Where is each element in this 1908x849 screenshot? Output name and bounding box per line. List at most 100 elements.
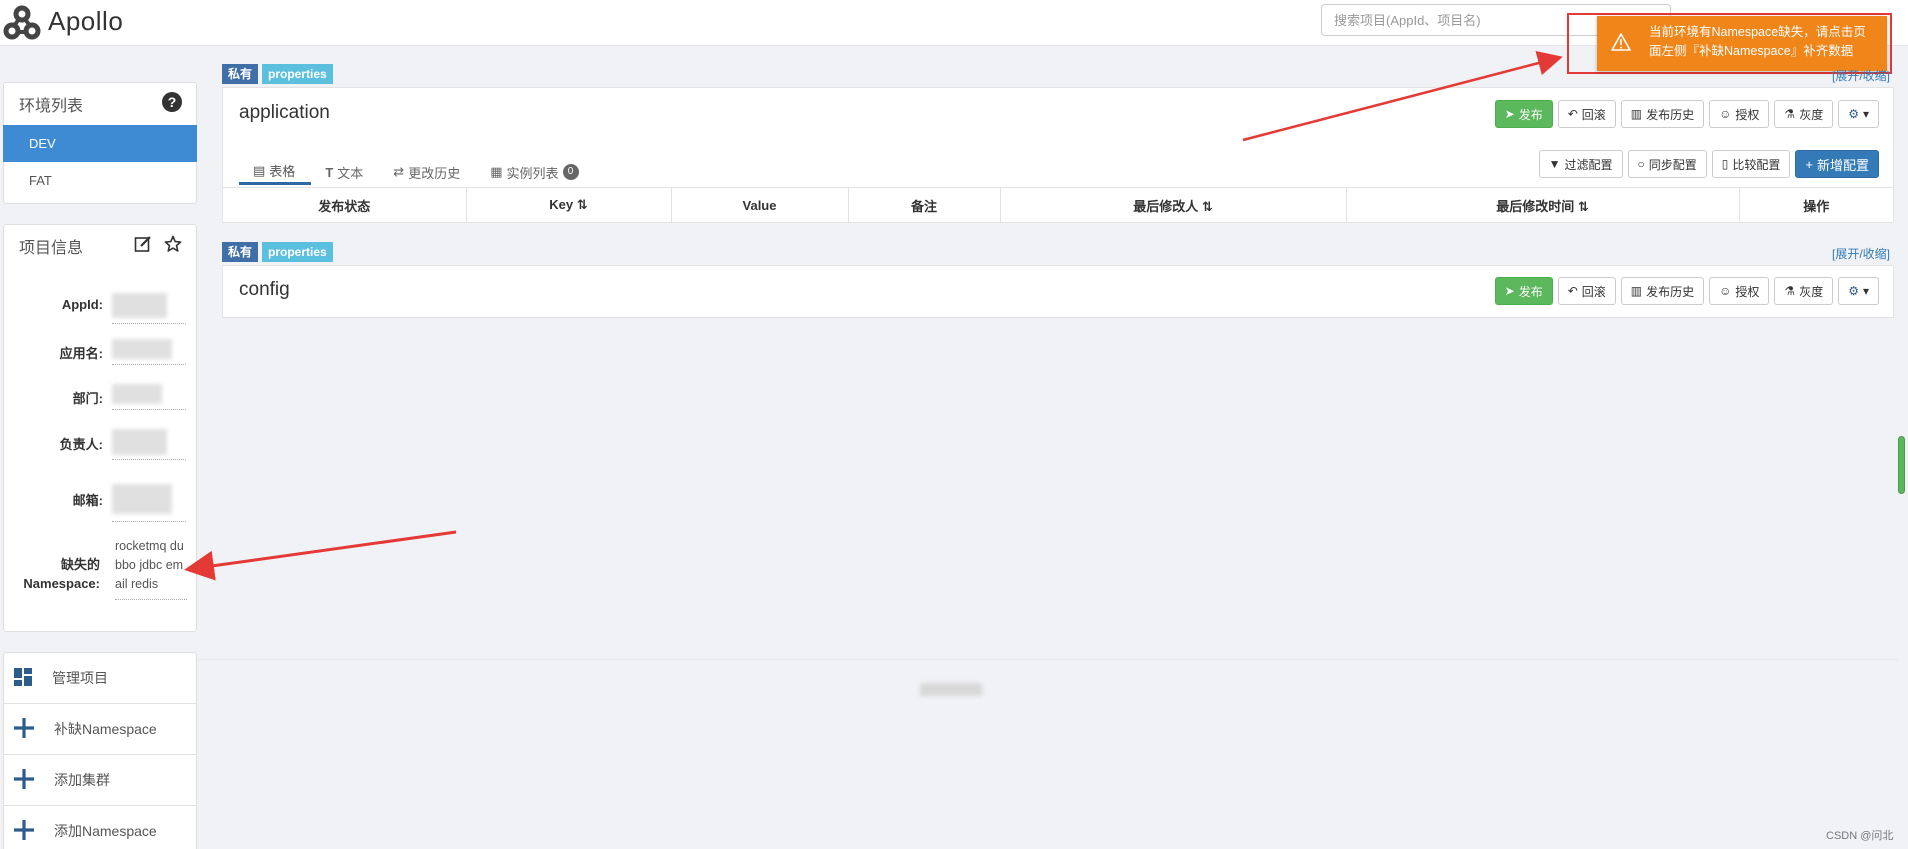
field-label-appid: AppId: (61, 297, 103, 312)
fill-missing-namespace-button[interactable]: 补缺Namespace (4, 704, 196, 755)
action-label: 添加Namespace (54, 823, 157, 839)
col-header-modified-time[interactable]: 最后修改时间 ⇅ (1345, 187, 1739, 223)
tab-change-history[interactable]: ⇄ 更改历史 (379, 163, 476, 185)
expand-collapse-link[interactable]: [展开/收缩] (1832, 67, 1890, 84)
missing-namespace-label: 缺失的Namespace: (23, 557, 100, 591)
col-header-modifier[interactable]: 最后修改人 ⇅ (999, 187, 1346, 223)
env-item-dev[interactable]: DEV (3, 125, 197, 162)
publish-button[interactable]: ➤ 发布 (1494, 277, 1553, 305)
flask-icon: ⚗ (1784, 284, 1796, 298)
add-namespace-button[interactable]: 添加Namespace (4, 806, 196, 849)
col-header-value: Value (670, 187, 848, 223)
tab-text[interactable]: T 文本 (311, 163, 379, 185)
exchange-icon: ⇄ (393, 164, 405, 179)
namespace-title: config (239, 279, 290, 300)
app-name: Apollo (48, 5, 124, 36)
config-toolbar: ▼ 过滤配置 ○ 同步配置 ▯ 比较配置 + 新增配置 (1538, 150, 1879, 178)
plus-icon: + (1805, 156, 1813, 172)
clipboard-icon: ▯ (1721, 157, 1729, 171)
help-icon[interactable]: ? (162, 91, 182, 117)
rollback-button[interactable]: ↶ 回滚 (1557, 277, 1616, 305)
col-header-key[interactable]: Key ⇅ (465, 187, 671, 223)
warning-toast[interactable]: 当前环境有Namespace缺失，请点击页面左侧『补缺Namespace』补齐数… (1597, 16, 1887, 71)
dashboard-icon (14, 667, 32, 689)
filter-icon: ▼ (1548, 157, 1561, 171)
namespace-tags: 私有 properties (222, 64, 333, 84)
field-label-dept: 部门: (72, 391, 103, 406)
watermark: CSDN @问北 (1826, 830, 1894, 842)
action-label: 管理项目 (52, 670, 108, 686)
namespace-tabs: ▤ 表格 T 文本 ⇄ 更改历史 ▦ 实例列表 0 (239, 163, 595, 185)
edit-icon[interactable] (134, 235, 152, 258)
flask-icon: ⚗ (1784, 107, 1796, 121)
add-config-button[interactable]: + 新增配置 (1795, 150, 1879, 178)
apollo-logo-icon (3, 5, 41, 40)
field-value-appid (112, 289, 186, 324)
list-icon: ▦ (490, 164, 503, 179)
gear-icon: ⚙ (1848, 284, 1859, 298)
plus-icon (14, 819, 34, 843)
toast-message: 当前环境有Namespace缺失，请点击页面左侧『补缺Namespace』补齐数… (1649, 25, 1866, 58)
field-value-email (112, 478, 186, 522)
col-header-comment: 备注 (847, 187, 1000, 223)
gray-release-button[interactable]: ⚗ 灰度 (1774, 100, 1834, 128)
field-label-owner: 负责人: (59, 437, 103, 452)
history-icon: ▥ (1630, 284, 1643, 298)
caret-down-icon: ▾ (1862, 284, 1869, 298)
rollback-button[interactable]: ↶ 回滚 (1557, 100, 1616, 128)
sort-icon: ⇅ (1201, 198, 1213, 214)
footer-divider (198, 659, 1898, 660)
gear-icon: ⚙ (1848, 107, 1859, 121)
manage-project-button[interactable]: 管理项目 (4, 653, 196, 704)
field-label-appname: 应用名: (59, 346, 103, 361)
settings-dropdown-button[interactable]: ⚙ ▾ (1838, 100, 1879, 128)
settings-dropdown-button[interactable]: ⚙ ▾ (1838, 277, 1879, 305)
footer-text-redacted (920, 683, 982, 696)
private-tag: 私有 (222, 242, 259, 262)
caret-down-icon: ▾ (1862, 107, 1869, 121)
field-value-dept (112, 380, 186, 410)
sort-icon: ⇅ (1577, 198, 1589, 214)
compare-config-button[interactable]: ▯ 比较配置 (1711, 150, 1791, 178)
project-info-panel: 项目信息 AppId: 应用名: 部门: 负责人: 邮箱: 缺失的Namespa… (3, 224, 197, 632)
gray-release-button[interactable]: ⚗ 灰度 (1774, 277, 1834, 305)
page-scrollbar[interactable] (1898, 436, 1905, 494)
warning-icon (1611, 33, 1631, 57)
plus-icon (14, 717, 34, 741)
grant-button[interactable]: ☺ 授权 (1709, 100, 1770, 128)
field-value-owner (112, 425, 186, 460)
history-icon: ▥ (1630, 107, 1643, 121)
apollo-logo[interactable]: Apollo (2, 2, 123, 40)
sort-icon: ⇅ (576, 197, 588, 212)
config-table: 发布状态 Key ⇅ Value 备注 最后修改人 ⇅ 最后修改时间 ⇅ 操作 (223, 187, 1893, 223)
add-cluster-button[interactable]: 添加集群 (4, 755, 196, 806)
tab-instance-list[interactable]: ▦ 实例列表 0 (476, 163, 594, 185)
user-icon: ☺ (1719, 284, 1732, 298)
undo-icon: ↶ (1567, 107, 1578, 121)
send-icon: ➤ (1504, 107, 1515, 121)
col-header-operation: 操作 (1738, 187, 1893, 223)
namespace-tags: 私有 properties (222, 242, 333, 262)
env-list-title: 环境列表 (19, 98, 84, 115)
instance-count-badge: 0 (562, 164, 579, 180)
undo-icon: ↶ (1567, 284, 1578, 298)
annotation-arrow-missing (184, 530, 457, 581)
publish-history-button[interactable]: ▥ 发布历史 (1620, 100, 1705, 128)
namespace-toolbar: ➤ 发布 ↶ 回滚 ▥ 发布历史 ☺ 授权 ⚗ 灰度 ⚙ ▾ (1494, 277, 1879, 305)
field-label-email: 邮箱: (72, 493, 103, 508)
col-header-status: 发布状态 (223, 187, 466, 223)
svg-text:?: ? (168, 94, 177, 110)
publish-history-button[interactable]: ▥ 发布历史 (1620, 277, 1705, 305)
sync-config-button[interactable]: ○ 同步配置 (1627, 150, 1707, 178)
star-icon[interactable] (164, 235, 182, 258)
send-icon: ➤ (1504, 284, 1515, 298)
project-info-title: 项目信息 (19, 240, 84, 257)
format-tag: properties (262, 242, 333, 262)
filter-config-button[interactable]: ▼ 过滤配置 (1538, 150, 1623, 178)
grant-button[interactable]: ☺ 授权 (1709, 277, 1770, 305)
expand-collapse-link[interactable]: [展开/收缩] (1832, 245, 1890, 262)
env-item-fat[interactable]: FAT (4, 162, 196, 199)
text-icon: T (325, 164, 334, 180)
publish-button[interactable]: ➤ 发布 (1494, 100, 1553, 128)
tab-table[interactable]: ▤ 表格 (239, 163, 312, 185)
